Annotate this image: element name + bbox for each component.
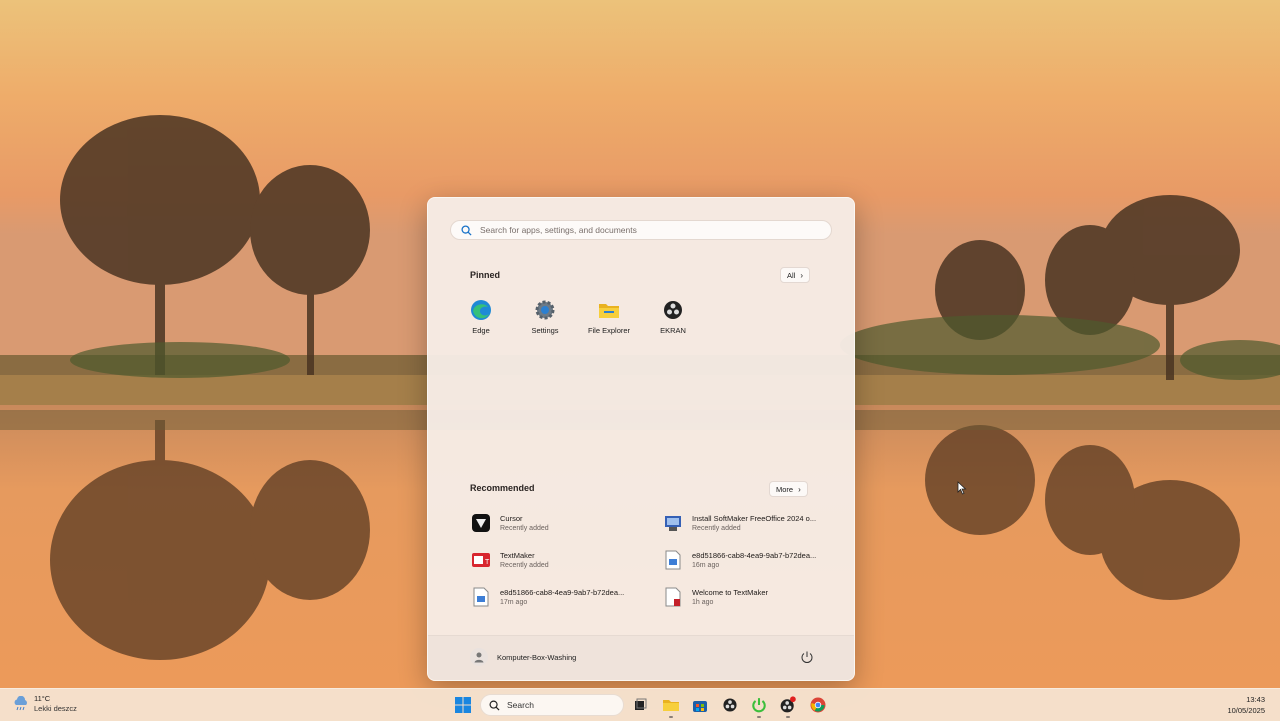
recommended-item-subtitle: 1h ago	[692, 599, 714, 606]
pinned-app-label: File Explorer	[587, 326, 631, 335]
recommended-title: Recommended	[470, 483, 535, 493]
pinned-app-settings[interactable]: Settings	[515, 299, 575, 335]
recommended-item-subtitle: Recently added	[692, 525, 741, 532]
running-indicator	[669, 716, 673, 718]
obs-icon	[723, 698, 737, 712]
recommended-item[interactable]: Welcome to TextMaker 1h ago	[662, 586, 842, 608]
avatar	[470, 648, 488, 666]
windows-logo-icon	[455, 697, 471, 713]
taskbar-search-box[interactable]: Search	[480, 694, 624, 716]
chrome-icon	[810, 697, 826, 713]
folder-icon	[598, 299, 620, 321]
obs-recording-icon	[780, 696, 796, 713]
chevron-right-icon: ›	[798, 484, 801, 494]
cursor-app-icon	[470, 512, 492, 534]
clock-date: 10/05/2025	[1227, 706, 1265, 715]
rain-cloud-icon	[14, 695, 27, 710]
pinned-app-label: EKRAN	[660, 326, 686, 335]
more-label: More	[776, 484, 794, 494]
image-file-icon	[470, 586, 492, 608]
installer-icon	[662, 512, 684, 534]
recommended-item[interactable]: Install SoftMaker FreeOffice 2024 o... R…	[662, 512, 842, 534]
pinned-app-ekran[interactable]: EKRAN	[643, 299, 703, 335]
taskbar-file-explorer[interactable]	[661, 695, 681, 718]
recommended-item-title: TextMaker	[500, 551, 535, 560]
edge-icon	[470, 299, 492, 321]
pinned-app-file-explorer[interactable]: File Explorer	[579, 299, 639, 335]
user-name: Komputer-Box-Washing	[497, 652, 577, 662]
taskbar-store[interactable]	[690, 695, 710, 715]
obs-icon	[662, 299, 684, 321]
recommended-item-subtitle: Recently added	[500, 562, 549, 569]
recommended-item[interactable]: T TextMaker Recently added	[470, 549, 650, 571]
taskbar-power-app[interactable]	[749, 695, 769, 718]
chevron-right-icon: ›	[800, 270, 804, 280]
recommended-item[interactable]: Cursor Recently added	[470, 512, 650, 534]
textmaker-icon: T	[470, 549, 492, 571]
weather-description: Lekki deszcz	[34, 704, 77, 713]
running-indicator	[757, 716, 761, 718]
all-apps-label: All	[787, 270, 796, 280]
recommended-item-subtitle: 16m ago	[692, 562, 720, 569]
folder-icon	[663, 700, 679, 711]
recommended-item-title: e8d51866-cab8-4ea9-9ab7-b72dea...	[692, 551, 817, 560]
taskbar-obs-recording[interactable]	[778, 695, 798, 718]
recommended-item[interactable]: e8d51866-cab8-4ea9-9ab7-b72dea... 16m ag…	[662, 549, 842, 571]
user-account-button[interactable]: Komputer-Box-Washing	[470, 648, 576, 666]
power-icon[interactable]	[800, 650, 814, 664]
more-button[interactable]: More ›	[769, 481, 808, 497]
recommended-item-title: e8d51866-cab8-4ea9-9ab7-b72dea...	[500, 588, 625, 597]
clock-time: 13:43	[1246, 695, 1265, 704]
image-file-icon	[662, 549, 684, 571]
taskbar-obs[interactable]	[720, 695, 740, 715]
search-icon	[489, 700, 500, 711]
weather-temperature: 11°C	[34, 694, 51, 703]
taskbar-chrome[interactable]	[808, 695, 828, 715]
start-button[interactable]	[453, 695, 473, 715]
taskbar-search-label: Search	[507, 700, 534, 710]
taskbar-task-view[interactable]	[630, 695, 650, 715]
start-search-input[interactable]	[478, 224, 802, 236]
mouse-cursor-icon	[957, 481, 967, 495]
start-menu-footer: Komputer-Box-Washing	[428, 635, 854, 680]
all-apps-button[interactable]: All ›	[780, 267, 811, 283]
start-search-box[interactable]	[450, 220, 832, 240]
recommended-item-subtitle: 17m ago	[500, 599, 528, 606]
system-clock[interactable]: 13:43 10/05/2025	[1227, 694, 1265, 716]
pinned-app-label: Settings	[531, 326, 559, 335]
recommended-item-subtitle: Recently added	[500, 525, 549, 532]
recommended-item-title: Welcome to TextMaker	[692, 588, 768, 597]
svg-text:T: T	[485, 559, 490, 566]
settings-gear-icon	[534, 299, 556, 321]
power-green-icon	[752, 698, 766, 713]
store-icon	[693, 701, 707, 712]
recommended-item-title: Install SoftMaker FreeOffice 2024 o...	[692, 514, 817, 523]
running-indicator	[786, 716, 790, 718]
document-icon	[662, 586, 684, 608]
pinned-app-edge[interactable]: Edge	[451, 299, 511, 335]
recommended-item[interactable]: e8d51866-cab8-4ea9-9ab7-b72dea... 17m ag…	[470, 586, 650, 608]
start-menu: Pinned All › Edge Settings	[427, 197, 855, 681]
taskbar: 11°C Lekki deszcz Search 13:43 10/05/202…	[0, 688, 1280, 721]
task-view-icon	[635, 698, 647, 710]
pinned-app-label: Edge	[472, 326, 490, 335]
search-icon	[461, 224, 472, 236]
recommended-item-title: Cursor	[500, 514, 523, 523]
weather-widget[interactable]: 11°C Lekki deszcz	[12, 694, 77, 713]
pinned-title: Pinned	[470, 270, 501, 280]
